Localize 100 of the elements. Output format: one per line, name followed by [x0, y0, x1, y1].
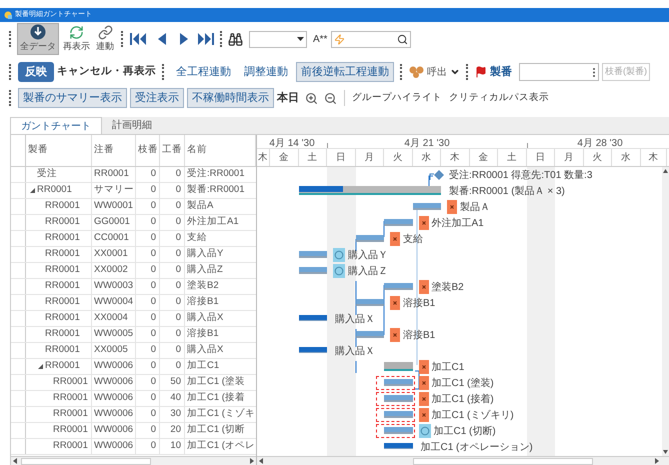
lightning-icon [334, 34, 346, 44]
day-label: 火 [392, 150, 403, 165]
milestone-diamond-icon [429, 170, 445, 181]
call-icon [409, 66, 424, 78]
table-cell-text: 0 [150, 183, 156, 198]
task-label: 加工C1 [432, 360, 464, 374]
scroll-left-icon[interactable] [259, 458, 263, 464]
toolbar-button[interactable]: 全データ [17, 23, 59, 55]
task-label: 製品Ａ [460, 200, 490, 214]
scroll-up-icon[interactable] [663, 169, 668, 173]
table-cell-text: 製番:RR0001 [187, 183, 244, 198]
flag-icon [475, 66, 487, 78]
toggle-button[interactable]: 不稼働時間表示 [187, 88, 274, 108]
today-button[interactable]: 本日 [277, 90, 299, 106]
table-cell-text: WW0006 [94, 423, 134, 438]
task-bar [384, 427, 412, 434]
binoculars-icon[interactable] [228, 32, 243, 46]
table-cell-text: 0 [176, 247, 181, 262]
task-label: 塗装B2 [432, 280, 464, 294]
table-cell-text: 0 [176, 231, 181, 246]
link-icon [98, 24, 112, 40]
toolbar-button[interactable]: 再表示 [61, 23, 92, 55]
table-cell-text: 0 [150, 215, 156, 230]
table-cell-text: RR0001 [45, 327, 80, 342]
scroll-down-icon[interactable] [663, 450, 668, 454]
expand-toggle-icon[interactable] [29, 188, 36, 194]
table-cell-text: 0 [150, 247, 156, 262]
table-cell-text: 0 [150, 263, 156, 278]
toolbar-button[interactable]: 連動 [94, 23, 116, 55]
day-label: 金 [278, 150, 289, 165]
toolbar-link[interactable]: グループハイライト [352, 90, 442, 106]
connector-line [428, 176, 434, 188]
tab[interactable]: 計画明細 [102, 117, 162, 134]
task-bar [356, 299, 384, 306]
table-cell-text: GG0001 [94, 215, 130, 230]
zoom-in-icon[interactable] [305, 92, 318, 104]
table-cell-text: 支給 [187, 231, 207, 246]
table-cell-text: WW0006 [94, 375, 134, 390]
apply-button[interactable]: 反映 [18, 62, 54, 82]
day-label: 水 [421, 150, 432, 165]
horizontal-scrollbar[interactable] [257, 456, 669, 465]
toolbar-link[interactable]: クリティカルパス表示 [449, 90, 549, 106]
table-cell-text: 0 [150, 375, 156, 390]
last-record-icon[interactable] [197, 32, 215, 46]
call-menu-button[interactable]: 呼出 [427, 64, 447, 80]
table-cell-text: WW0003 [94, 279, 134, 294]
task-bar [298, 251, 327, 258]
table-cell-text: 0 [150, 423, 156, 438]
table-cell-text: サマリー [94, 183, 134, 198]
table-cell-text: RR0001 [45, 231, 80, 246]
task-bar [384, 411, 412, 418]
scroll-right-icon[interactable] [250, 458, 254, 464]
toggle-button[interactable]: 全工程連動 [171, 62, 236, 82]
task-label: 製番:RR0001 (製品Ａ × 3) [449, 184, 565, 198]
day-label: 火 [592, 150, 602, 165]
task-bar [384, 443, 412, 449]
task-bar [356, 331, 384, 338]
column-header[interactable]: 枝番 [138, 143, 158, 158]
table-cell-text: 0 [150, 279, 156, 294]
table-cell-text: RR0001 [53, 391, 88, 406]
table-cell-text: 0 [150, 311, 156, 326]
tab[interactable]: ガントチャート [10, 117, 102, 134]
task-label: 購入品Ｘ [335, 312, 375, 326]
column-header[interactable]: 注番 [94, 143, 114, 158]
seiban-field[interactable] [519, 63, 599, 81]
cancel-refresh-button[interactable]: キャンセル・再表示 [57, 64, 156, 80]
day-label: 日 [535, 150, 546, 165]
table-cell-text: 加工C1 (切断 [187, 423, 245, 438]
table-cell-text: 0 [176, 327, 181, 342]
task-label: 購入品Ｙ [348, 248, 388, 262]
table-cell-text: RR0001 [45, 311, 80, 326]
table-cell-text: 0 [176, 183, 181, 198]
zoom-out-icon[interactable] [324, 92, 337, 104]
table-cell-text: XX0005 [94, 343, 128, 358]
scroll-left-icon[interactable] [13, 458, 17, 464]
table-cell-text: 0 [176, 311, 181, 326]
column-header[interactable]: 製番 [28, 143, 48, 158]
task-bar [356, 235, 384, 242]
table-cell-text: 購入品Z [187, 263, 223, 278]
scroll-right-icon[interactable] [655, 458, 659, 464]
column-header[interactable]: 工番 [162, 143, 182, 158]
table-cell-text: 0 [150, 343, 156, 358]
horizontal-scrollbar[interactable] [11, 456, 256, 465]
first-record-icon[interactable] [129, 32, 147, 46]
filter-field[interactable] [331, 30, 412, 48]
expand-toggle-icon[interactable] [37, 364, 44, 370]
vertical-scrollbar[interactable] [662, 167, 669, 456]
font-size-button[interactable]: A** [313, 32, 328, 46]
toggle-button[interactable]: 受注表示 [130, 88, 184, 108]
table-cell-text: 購入品Y [187, 247, 224, 262]
toggle-button[interactable]: 前後逆転工程連動 [296, 62, 394, 82]
table-cell-text: 溶接B1 [187, 327, 219, 342]
column-header[interactable]: 名前 [187, 143, 207, 158]
table-cell-text: WW0006 [94, 439, 134, 454]
day-label: 月 [564, 150, 574, 165]
toggle-button[interactable]: 製番のサマリー表示 [18, 88, 127, 108]
table-cell-text: RR0001 [53, 407, 88, 422]
toggle-button[interactable]: 調整連動 [239, 62, 293, 82]
table-cell-text: RR0001 [45, 343, 80, 358]
caret-icon[interactable] [450, 67, 460, 77]
